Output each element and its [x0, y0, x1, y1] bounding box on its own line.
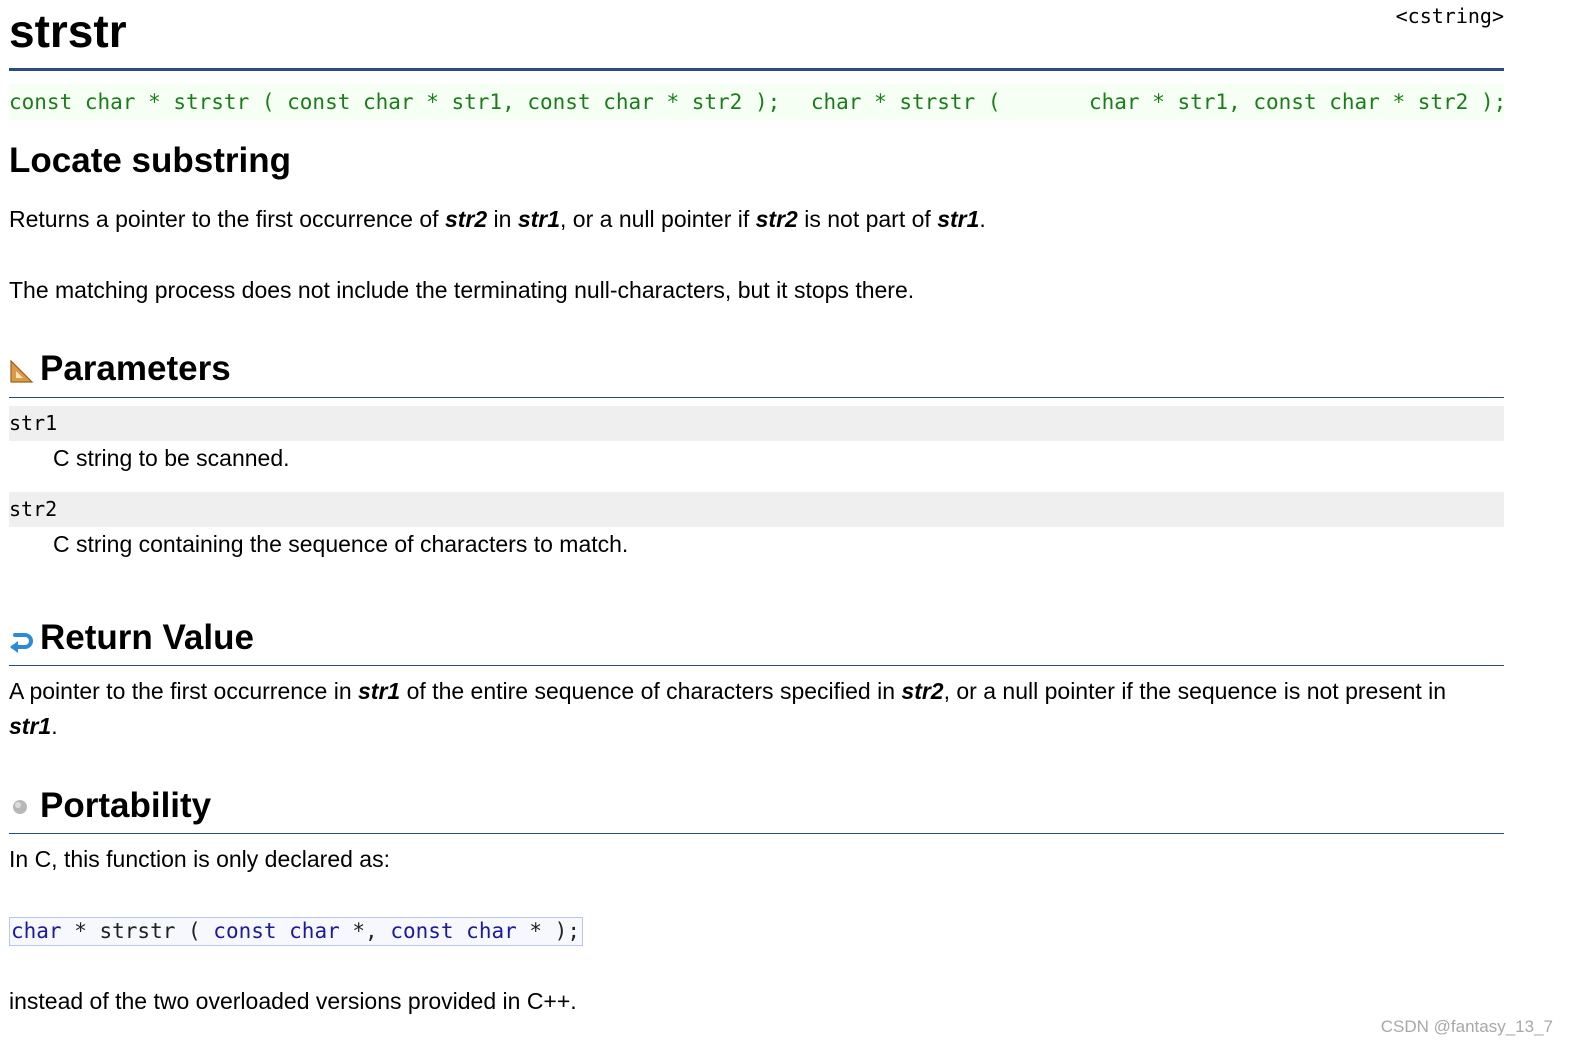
section-divider	[9, 665, 1504, 666]
portability-intro: In C, this function is only declared as:	[9, 846, 390, 872]
header-library[interactable]: <cstring>	[1396, 4, 1504, 28]
code-keyword: const char	[390, 919, 517, 943]
summary-heading: Locate substring	[9, 141, 291, 180]
text: A pointer to the first occurrence in	[9, 678, 359, 704]
portability-code: char * strstr ( const char *, const char…	[9, 917, 583, 946]
param-ref: str2	[444, 206, 488, 232]
param-desc-str2: C string containing the sequence of char…	[53, 531, 629, 557]
prototype-const: const char * strstr ( const char * str1,…	[9, 90, 781, 114]
return-value-paragraph: A pointer to the first occurrence in str…	[9, 674, 1504, 744]
param-ref: str2	[755, 206, 798, 232]
text: of the entire sequence of characters spe…	[400, 678, 902, 704]
parameters-heading: Parameters	[40, 349, 231, 388]
prototype-nonconst: char * strstr ( char * str1, const char …	[735, 90, 1507, 114]
text: in	[487, 206, 518, 232]
summary-paragraph-1: Returns a pointer to the first occurrenc…	[9, 202, 1504, 237]
param-name-str2: str2	[9, 492, 1504, 527]
code-text: * strstr (	[61, 919, 214, 943]
param-ref: str1	[517, 206, 561, 232]
return-value-heading: Return Value	[40, 618, 254, 657]
gray-dot-icon	[13, 800, 27, 814]
param-desc-str1: C string to be scanned.	[53, 445, 290, 471]
code-keyword: char	[11, 919, 62, 943]
param-ref: str1	[358, 678, 401, 704]
set-square-icon	[10, 359, 34, 383]
portability-heading: Portability	[40, 786, 212, 825]
page-header: strstr <cstring>	[9, 0, 1504, 71]
return-arrow-icon	[10, 633, 33, 653]
page-title: strstr	[9, 5, 127, 57]
text: .	[51, 713, 58, 739]
section-divider	[9, 833, 1504, 834]
portability-outro: instead of the two overloaded versions p…	[9, 988, 577, 1014]
prototype-row: const char * strstr ( const char * str1,…	[9, 84, 1507, 120]
text: , or a null pointer if the sequence is n…	[943, 678, 1447, 704]
text: , or a null pointer if	[560, 206, 756, 232]
code-text: *,	[339, 919, 391, 943]
text: is not part of	[797, 206, 938, 232]
watermark: CSDN @fantasy_13_7	[1380, 1017, 1553, 1036]
section-divider	[9, 397, 1504, 398]
code-text: * );	[516, 919, 580, 943]
reference-page: strstr <cstring> const char * strstr ( c…	[9, 0, 1506, 1014]
param-ref: str2	[901, 678, 944, 704]
code-keyword: const char	[213, 919, 340, 943]
summary-paragraph-2: The matching process does not include th…	[9, 277, 915, 303]
param-ref: str1	[937, 206, 980, 232]
param-ref: str1	[9, 713, 52, 739]
param-name-str1: str1	[9, 406, 1504, 441]
text: Returns a pointer to the first occurrenc…	[9, 206, 445, 232]
text: .	[979, 206, 986, 232]
